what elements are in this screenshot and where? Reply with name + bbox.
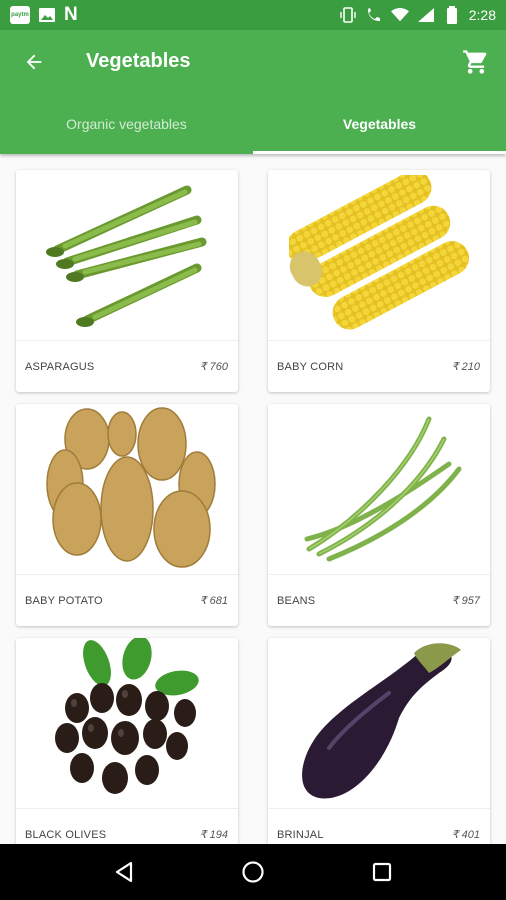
beans-image (268, 404, 490, 574)
product-name: BRINJAL (277, 828, 324, 841)
product-footer: ASPARAGUS ₹ 760 (16, 340, 238, 392)
product-name: BABY POTATO (25, 594, 103, 607)
wifi-icon (390, 6, 409, 24)
baby-potato-image (16, 404, 238, 574)
product-footer: BRINJAL ₹ 401 (268, 808, 490, 844)
circle-home-icon (242, 861, 264, 883)
vibrate-icon (339, 6, 357, 24)
product-footer: BLACK OLIVES ₹ 194 (16, 808, 238, 844)
square-recents-icon (372, 862, 391, 882)
triangle-back-icon (116, 861, 133, 883)
asparagus-image (16, 170, 238, 340)
nav-home-button[interactable] (233, 852, 273, 892)
tab-bar: Organic vegetables Vegetables (0, 94, 506, 154)
signal-icon (417, 6, 435, 24)
brinjal-image (268, 638, 490, 808)
product-grid: ASPARAGUS ₹ 760 BABY CORN ₹ 210 BABY POT… (0, 154, 506, 844)
arrow-left-icon (26, 54, 42, 70)
status-left-icons: paytm N (10, 4, 78, 26)
battery-icon (443, 6, 461, 24)
product-card-black-olives[interactable]: BLACK OLIVES ₹ 194 (16, 638, 238, 844)
app-bar: Vegetables Organic vegetables Vegetables (0, 30, 506, 154)
nav-recents-button[interactable] (362, 852, 402, 892)
product-price: ₹ 194 (199, 829, 228, 841)
black-olives-image (16, 638, 238, 808)
product-card-baby-potato[interactable]: BABY POTATO ₹ 681 (16, 404, 238, 626)
image-icon (38, 6, 56, 24)
call-icon (365, 6, 383, 24)
product-price: ₹ 401 (451, 829, 480, 841)
product-footer: BABY CORN ₹ 210 (268, 340, 490, 392)
product-footer: BEANS ₹ 957 (268, 574, 490, 626)
tab-vegetables[interactable]: Vegetables (253, 94, 506, 154)
cart-button[interactable] (458, 44, 494, 80)
product-footer: BABY POTATO ₹ 681 (16, 574, 238, 626)
page-title: Vegetables (86, 50, 191, 72)
cart-icon (463, 50, 487, 74)
status-right-icons: 2:28 (339, 6, 496, 24)
product-card-beans[interactable]: BEANS ₹ 957 (268, 404, 490, 626)
product-price: ₹ 957 (451, 595, 480, 607)
toolbar: Vegetables (0, 30, 506, 94)
product-price: ₹ 681 (199, 595, 228, 607)
status-time: 2:28 (468, 7, 496, 23)
baby-corn-image (268, 170, 490, 340)
status-bar: paytm N 2:28 (0, 0, 506, 30)
system-nav-bar (0, 844, 506, 900)
n-icon: N (64, 4, 78, 25)
product-name: ASPARAGUS (25, 360, 95, 373)
back-button[interactable] (16, 44, 52, 80)
tab-organic-vegetables[interactable]: Organic vegetables (0, 94, 253, 154)
product-card-baby-corn[interactable]: BABY CORN ₹ 210 (268, 170, 490, 392)
paytm-icon: paytm (10, 6, 30, 24)
product-price: ₹ 760 (199, 361, 228, 373)
product-card-asparagus[interactable]: ASPARAGUS ₹ 760 (16, 170, 238, 392)
nav-back-button[interactable] (104, 852, 144, 892)
product-name: BLACK OLIVES (25, 828, 107, 841)
product-card-brinjal[interactable]: BRINJAL ₹ 401 (268, 638, 490, 844)
product-name: BEANS (277, 594, 316, 607)
product-price: ₹ 210 (451, 361, 480, 373)
product-name: BABY CORN (277, 360, 344, 373)
